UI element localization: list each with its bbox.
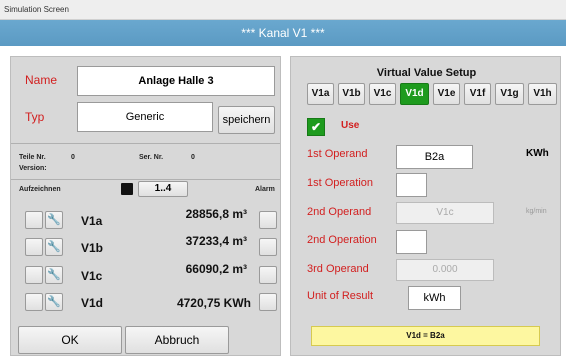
- second-operation-label: 2nd Operation: [307, 234, 377, 246]
- aufzeichnen-label: Aufzeichnen: [19, 186, 61, 193]
- typ-label: Typ: [25, 110, 45, 124]
- channel-tab-v1f[interactable]: V1f: [464, 83, 491, 105]
- use-checkbox[interactable]: ✔: [307, 118, 325, 136]
- cancel-button[interactable]: Abbruch: [125, 326, 229, 354]
- formula-display: V1d = B2a: [311, 326, 540, 346]
- divider: [11, 179, 280, 180]
- first-operand-label: 1st Operand: [307, 148, 368, 160]
- channel-tab-v1d[interactable]: V1d: [400, 83, 429, 105]
- ser-label: Ser. Nr.: [139, 154, 164, 161]
- teile-value: 0: [71, 154, 75, 161]
- right-panel: Virtual Value Setup V1a V1b V1c V1d V1e …: [290, 56, 561, 356]
- name-label: Name: [25, 73, 58, 87]
- first-operand-unit: KWh: [526, 148, 549, 159]
- typ-field[interactable]: Generic: [77, 102, 213, 132]
- wrench-icon[interactable]: 🔧: [45, 211, 63, 229]
- channel-tab-v1a[interactable]: V1a: [307, 83, 334, 105]
- wrench-icon[interactable]: 🔧: [45, 293, 63, 311]
- channel-tab-v1b[interactable]: V1b: [338, 83, 365, 105]
- channel-header: *** Kanal V1 ***: [0, 20, 566, 46]
- row-label-v1d: V1d: [81, 296, 104, 310]
- ok-button[interactable]: OK: [18, 326, 122, 354]
- first-operand-field[interactable]: B2a: [396, 145, 473, 169]
- second-operand-unit: kg/min: [526, 208, 547, 215]
- alarm-checkbox-v1c[interactable]: [259, 266, 277, 284]
- window-title: Simulation Screen: [0, 0, 566, 20]
- name-field[interactable]: Anlage Halle 3: [77, 66, 275, 96]
- use-label: Use: [341, 120, 360, 131]
- alarm-checkbox-v1d[interactable]: [259, 293, 277, 311]
- record-checkbox-v1b[interactable]: [25, 238, 43, 256]
- third-operand-field[interactable]: 0.000: [396, 259, 494, 281]
- channel-tab-v1g[interactable]: V1g: [495, 83, 524, 105]
- alarm-checkbox-v1b[interactable]: [259, 238, 277, 256]
- channel-tab-v1h[interactable]: V1h: [528, 83, 557, 105]
- record-checkbox-v1a[interactable]: [25, 211, 43, 229]
- unit-of-result-field[interactable]: kWh: [408, 286, 461, 310]
- row-value-v1a: 28856,8 m³: [185, 207, 247, 221]
- unit-of-result-label: Unit of Result: [307, 290, 374, 302]
- version-label: Version:: [19, 165, 47, 172]
- first-operation-label: 1st Operation: [307, 177, 374, 189]
- teile-label: Teile Nr.: [19, 154, 46, 161]
- left-panel: Name Anlage Halle 3 Typ Generic speicher…: [10, 56, 281, 356]
- alarm-label: Alarm: [255, 186, 275, 193]
- divider: [11, 143, 280, 144]
- second-operand-field[interactable]: V1c: [396, 202, 494, 224]
- row-value-v1c: 66090,2 m³: [185, 262, 247, 276]
- record-checkbox-v1d[interactable]: [25, 293, 43, 311]
- row-label-v1a: V1a: [81, 214, 103, 228]
- row-value-v1b: 37233,4 m³: [185, 234, 247, 248]
- third-operand-label: 3rd Operand: [307, 263, 369, 275]
- channel-tab-v1c[interactable]: V1c: [369, 83, 396, 105]
- row-value-v1d: 4720,75 KWh: [176, 296, 251, 310]
- row-label-v1b: V1b: [81, 241, 104, 255]
- ser-value: 0: [191, 154, 195, 161]
- save-button[interactable]: speichern: [218, 106, 275, 134]
- wrench-icon[interactable]: 🔧: [45, 266, 63, 284]
- alarm-checkbox-v1a[interactable]: [259, 211, 277, 229]
- record-checkbox-v1c[interactable]: [25, 266, 43, 284]
- first-operation-field[interactable]: [396, 173, 427, 197]
- second-operation-field[interactable]: [396, 230, 427, 254]
- wrench-icon[interactable]: 🔧: [45, 238, 63, 256]
- page-selector-button[interactable]: 1..4: [138, 181, 188, 197]
- row-label-v1c: V1c: [81, 269, 103, 283]
- channel-tab-v1e[interactable]: V1e: [433, 83, 460, 105]
- second-operand-label: 2nd Operand: [307, 206, 372, 218]
- virtual-setup-title: Virtual Value Setup: [376, 67, 477, 79]
- save-icon: [121, 183, 133, 195]
